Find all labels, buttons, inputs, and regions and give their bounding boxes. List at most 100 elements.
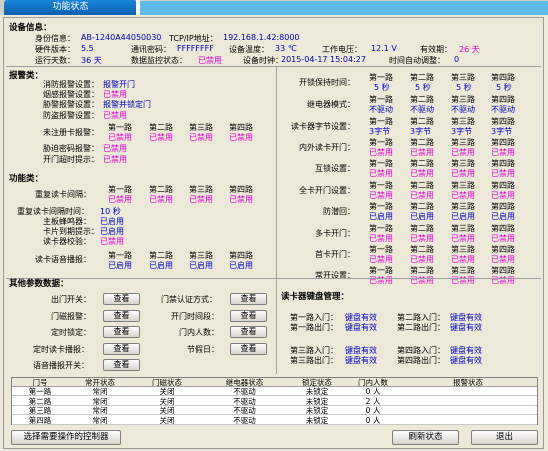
r3-out-value: 键盘有效: [345, 356, 377, 365]
table-header: 门号 常开状态 门磁状态 继电器状态 锁定状态 门内人数 报警状态: [12, 378, 537, 387]
normal-value-4: 已禁用: [491, 276, 515, 285]
tab-function-status[interactable]: 功能状态: [4, 0, 139, 15]
voice-broadcast-view-button[interactable]: 查看: [103, 359, 140, 371]
cell-door: 第一路: [28, 387, 52, 396]
divider: [6, 278, 541, 279]
bytes-value-2: 3字节: [410, 127, 432, 136]
allcard-value-4: 已禁用: [491, 191, 515, 200]
col-header-relay: 继电器状态: [225, 378, 264, 387]
open-time-view-button[interactable]: 查看: [230, 310, 267, 322]
temp-value: 33 ℃: [275, 44, 297, 53]
keyboard-heading: 读卡器键盘管理：: [281, 292, 350, 302]
auto-value: 0: [454, 55, 460, 64]
inout-label: 内外读卡开门：: [299, 143, 355, 152]
cell-people: 0 人: [365, 387, 381, 396]
auto-label: 时间自动调整：: [389, 56, 445, 65]
first-value-3: 已禁用: [451, 255, 475, 264]
exit-button[interactable]: 退出: [471, 430, 538, 445]
hw-value: 5.5: [81, 44, 94, 53]
relay-label: 继电器模式：: [307, 100, 355, 109]
unreg-value-4: 已禁用: [229, 133, 253, 142]
holiday-label: 节假日：: [187, 345, 219, 354]
cell-alarm: [399, 397, 537, 406]
inout-value-1: 已禁用: [369, 148, 393, 157]
voice-label: 读卡语音播报：: [35, 255, 91, 264]
cell-people: 0 人: [365, 406, 381, 415]
inout-value-3: 已禁用: [451, 148, 475, 157]
inout-value-4: 已禁用: [491, 148, 515, 157]
door-magnet-view-button[interactable]: 查看: [103, 310, 140, 322]
monitor-label: 数据监控状态：: [131, 56, 187, 65]
unreg-label: 未注册卡报警：: [43, 128, 99, 137]
timed-card-view-button[interactable]: 查看: [103, 343, 140, 355]
col-header-people: 门内人数: [358, 378, 388, 387]
antipass-value-1: 已启用: [369, 212, 393, 221]
cell-people: 0 人: [365, 415, 381, 425]
table-row[interactable]: 第二路 常闭 关闭 不驱动 未锁定 2 人: [12, 397, 537, 406]
clock-value: 2015-04-17 15:04:27: [281, 55, 366, 64]
exit-switch-view-button[interactable]: 查看: [103, 293, 140, 305]
cell-relay: 不驱动: [233, 387, 256, 396]
allcard-value-3: 已禁用: [451, 191, 475, 200]
table-row[interactable]: 第一路 常闭 关闭 不驱动 未锁定 0 人: [12, 387, 537, 396]
monitor-value: 已禁用: [198, 56, 222, 65]
normal-value-2: 已禁用: [410, 276, 434, 285]
cell-magnet: 关闭: [159, 387, 175, 396]
timed-lock-label: 定时锁定：: [51, 328, 91, 337]
auth-view-button[interactable]: 查看: [230, 293, 267, 305]
auth-label: 门禁认证方式：: [161, 295, 217, 304]
cell-normal-open: 常闭: [92, 396, 108, 406]
timed-card-label: 定时读卡播报：: [33, 345, 89, 354]
cell-normal-open: 常闭: [92, 406, 108, 415]
cell-alarm: [399, 416, 537, 425]
clock-label: 设备时钟：: [243, 56, 283, 65]
keep-value-1: 5 秒: [374, 83, 390, 92]
verify-value: 已禁用: [100, 237, 124, 246]
ip-label: TCP/IP地址：: [169, 34, 218, 43]
r2-out-label: 第二路出门：: [397, 323, 445, 332]
cell-door: 第二路: [28, 396, 52, 406]
voice-value-2: 已启用: [149, 261, 173, 270]
first-value-2: 已禁用: [410, 255, 434, 264]
relay-value-1: 不驱动: [369, 105, 393, 114]
repeat-value-2: 已禁用: [149, 195, 173, 204]
refresh-status-button[interactable]: 刷新状态: [392, 430, 459, 445]
table-row[interactable]: 第三路 常闭 关闭 不驱动 未锁定 0 人: [12, 406, 537, 415]
interlock-value-2: 已禁用: [410, 169, 434, 178]
normal-label: 常开设置：: [315, 271, 355, 280]
repeat-value-1: 已禁用: [108, 195, 132, 204]
people-view-button[interactable]: 查看: [230, 326, 267, 338]
volt-label: 工作电压：: [322, 45, 362, 54]
voice-value-1: 已启用: [108, 261, 132, 270]
bytes-value-3: 3字节: [451, 127, 473, 136]
allcard-value-2: 已禁用: [410, 191, 434, 200]
timed-lock-view-button[interactable]: 查看: [103, 326, 140, 338]
interlock-label: 互锁设置：: [315, 164, 355, 173]
cell-magnet: 关闭: [159, 415, 175, 425]
interlock-value-3: 已禁用: [451, 169, 475, 178]
r1-out-value: 键盘有效: [345, 323, 377, 332]
first-value-4: 已禁用: [491, 255, 515, 264]
door-status-table: 门号 常开状态 门磁状态 继电器状态 锁定状态 门内人数 报警状态 第一路 常闭关…: [11, 377, 538, 425]
cell-normal-open: 常闭: [92, 415, 108, 425]
antipass-label: 防潜回：: [323, 207, 355, 216]
r2-out-value: 键盘有效: [450, 323, 482, 332]
overtime-label: 开门超时提示：: [43, 155, 99, 164]
select-controller-button[interactable]: 选择需要操作的控制器: [11, 430, 121, 445]
holiday-view-button[interactable]: 查看: [230, 343, 267, 355]
cell-door: 第三路: [28, 406, 52, 415]
bytes-label: 读卡器字节设置：: [291, 122, 355, 131]
exit-switch-label: 出门开关：: [51, 295, 91, 304]
open-time-label: 开门时间段：: [171, 312, 219, 321]
title-bar-fill: [139, 1, 548, 15]
r4-out-value: 键盘有效: [450, 356, 482, 365]
table-row[interactable]: 第四路 常闭 关闭 不驱动 未锁定 0 人: [12, 416, 537, 425]
keep-value-4: 5 秒: [496, 83, 512, 92]
cell-lock: 未锁定: [305, 396, 329, 406]
multi-value-3: 已禁用: [451, 234, 475, 243]
cell-alarm: [399, 406, 537, 415]
voice-value-3: 已启用: [189, 261, 213, 270]
normal-value-3: 已禁用: [451, 276, 475, 285]
unreg-value-1: 已禁用: [108, 133, 132, 142]
allcard-label: 全卡开门设置：: [299, 186, 355, 195]
